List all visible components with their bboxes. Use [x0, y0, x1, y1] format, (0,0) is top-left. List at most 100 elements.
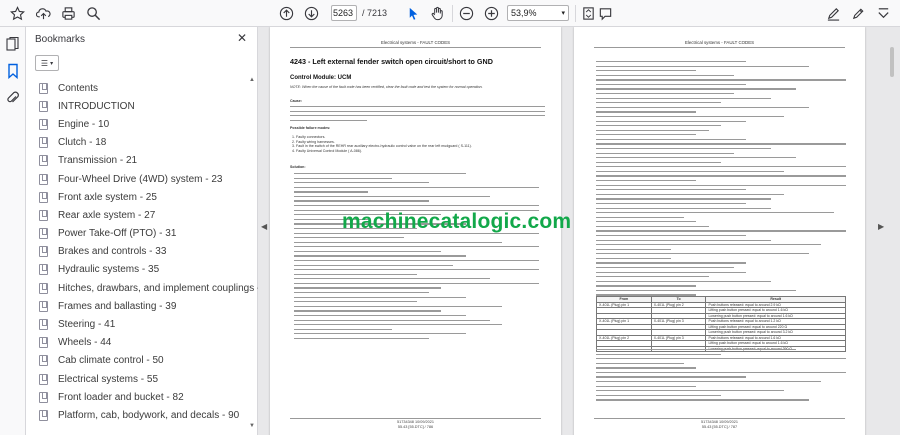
chevron-down-icon: ▾ [561, 10, 565, 17]
footer-page: 55.43 [55.DTC] / 787 [701, 425, 738, 429]
thumbnails-icon[interactable] [5, 36, 21, 52]
bookmark-label: Front axle system - 25 [58, 191, 157, 203]
bookmark-item[interactable]: Steering - 41 [39, 315, 254, 333]
next-page-icon[interactable]: ▶ [878, 222, 884, 231]
bookmark-label: Clutch - 18 [58, 137, 107, 149]
bookmark-label: Cab climate control - 50 [58, 355, 164, 367]
scrollbar-thumb[interactable] [890, 47, 894, 77]
bookmark-label: Rear axle system - 27 [58, 209, 156, 221]
bookmark-item[interactable]: Front axle system - 25 [39, 188, 254, 206]
separator [575, 5, 576, 22]
bookmark-icon [39, 173, 48, 185]
bookmark-item[interactable]: Electrical systems - 55 [39, 370, 254, 388]
page-down-icon[interactable] [302, 4, 321, 23]
hand-icon[interactable] [428, 4, 447, 23]
bookmark-label: Hydraulic systems - 35 [58, 264, 160, 276]
panel-title: Bookmarks [35, 34, 86, 45]
prev-page-icon[interactable]: ◀ [261, 222, 267, 231]
print-icon[interactable] [59, 4, 78, 23]
bookmark-icon [39, 191, 48, 203]
bookmark-label: Brakes and controls - 33 [58, 246, 167, 258]
zoom-out-icon[interactable] [457, 4, 476, 23]
document-viewer[interactable]: ◀ Electrical systems - FAULT CODES 4243 … [258, 27, 900, 435]
star-icon[interactable] [8, 4, 27, 23]
bookmark-icon [39, 155, 48, 167]
footer-page: 55.43 [55.DTC] / 786 [397, 425, 434, 429]
fault-title: 4243 - Left external fender switch open … [290, 57, 493, 66]
bookmark-icon [39, 355, 48, 367]
bookmark-label: Electrical systems - 55 [58, 373, 159, 385]
document-page-right: Electrical systems - FAULT CODES From To… [574, 27, 865, 435]
bookmark-item[interactable]: Cab climate control - 50 [39, 352, 254, 370]
bookmark-item[interactable]: Engine - 10 [39, 115, 254, 133]
bookmark-item[interactable]: Hitches, drawbars, and implement couplin… [39, 279, 274, 297]
page-header: Electrical systems - FAULT CODES [380, 40, 451, 45]
bookmark-item[interactable]: Four-Wheel Drive (4WD) system - 23 [39, 170, 254, 188]
bookmark-icon [39, 228, 48, 240]
page-up-icon[interactable] [277, 4, 296, 23]
failure-heading: Possible failure modes: [290, 126, 331, 130]
bookmark-item[interactable]: Platform, cab, bodywork, and decals - 90 [39, 406, 254, 424]
bookmark-label: Steering - 41 [58, 319, 116, 331]
bookmark-icon [39, 391, 48, 403]
bookmark-item[interactable]: Clutch - 18 [39, 134, 254, 152]
cursor-icon[interactable] [404, 4, 423, 23]
comment-icon[interactable] [596, 4, 615, 23]
bookmark-icon [39, 409, 48, 421]
bookmark-item[interactable]: Contents [39, 79, 254, 97]
bookmark-item[interactable]: Brakes and controls - 33 [39, 243, 254, 261]
page-total: / 7213 [362, 8, 388, 18]
bookmark-item[interactable]: Transmission - 21 [39, 152, 254, 170]
cause-text [290, 106, 545, 124]
bookmark-item[interactable]: Frames and ballasting - 39 [39, 297, 254, 315]
bookmark-label: Wheels - 44 [58, 337, 112, 349]
bookmark-options-button[interactable]: ☰ ▾ [35, 55, 59, 71]
zoom-in-icon[interactable] [482, 4, 501, 23]
bookmark-icon [39, 209, 48, 221]
header-rule [594, 47, 845, 48]
bookmark-icon [39, 337, 48, 349]
solution-heading: Solution: [290, 165, 306, 169]
control-module: Control Module: UCM [290, 75, 352, 81]
bookmark-icon [39, 137, 48, 149]
bookmark-icon [39, 319, 48, 331]
bookmark-item[interactable]: Rear axle system - 27 [39, 206, 254, 224]
close-icon[interactable]: ✕ [237, 31, 247, 45]
footer-rule [290, 418, 541, 419]
panel-scrollbar[interactable]: ▲ ▼ [249, 77, 255, 429]
bookmark-icon [39, 300, 48, 312]
bookmark-label: Hitches, drawbars, and implement couplin… [58, 282, 275, 294]
bookmark-label: Platform, cab, bodywork, and decals - 90 [58, 409, 240, 421]
bookmark-icon [39, 118, 48, 130]
solution-text [294, 173, 539, 342]
sign-icon[interactable] [824, 4, 843, 23]
scroll-down-icon[interactable]: ▼ [249, 423, 255, 429]
bookmark-icon [39, 100, 48, 112]
bookmark-item[interactable]: INTRODUCTION [39, 97, 254, 115]
bookmark-icon [39, 82, 48, 94]
menu-icon[interactable] [874, 4, 893, 23]
bookmark-list: Contents INTRODUCTION Engine - 10 Clutch - … [39, 79, 274, 425]
failure-list: 1. Faulty connectors. 2. Faulty wiring h… [292, 135, 542, 153]
search-icon[interactable] [84, 4, 103, 23]
bookmark-item[interactable]: Wheels - 44 [39, 334, 254, 352]
bookmark-item[interactable]: Hydraulic systems - 35 [39, 261, 254, 279]
bookmark-label: Engine - 10 [58, 118, 110, 130]
sidebar-rail [0, 27, 26, 435]
viewer-scrollbar[interactable] [888, 27, 896, 435]
bookmark-label: INTRODUCTION [58, 100, 135, 112]
failure-item: 4. Faulty Universal Control Module ( A-0… [292, 148, 362, 153]
steps-text-2 [596, 349, 846, 404]
page-number-input[interactable]: 5263 [331, 5, 357, 21]
upload-icon[interactable] [34, 4, 53, 23]
header-rule [290, 47, 541, 48]
bookmark-item[interactable]: Front loader and bucket - 82 [39, 388, 254, 406]
bookmarks-icon[interactable] [5, 63, 21, 80]
scroll-up-icon[interactable]: ▲ [249, 77, 255, 83]
footer-rule [594, 418, 845, 419]
bookmarks-panel: Bookmarks ✕ ☰ ▾ Contents INTRODUCTION Engin… [26, 27, 274, 435]
attachments-icon[interactable] [5, 90, 21, 106]
bookmark-item[interactable]: Power Take-Off (PTO) - 31 [39, 225, 254, 243]
pen-icon[interactable] [849, 4, 868, 23]
zoom-select[interactable]: 53,9% ▾ [507, 5, 569, 21]
